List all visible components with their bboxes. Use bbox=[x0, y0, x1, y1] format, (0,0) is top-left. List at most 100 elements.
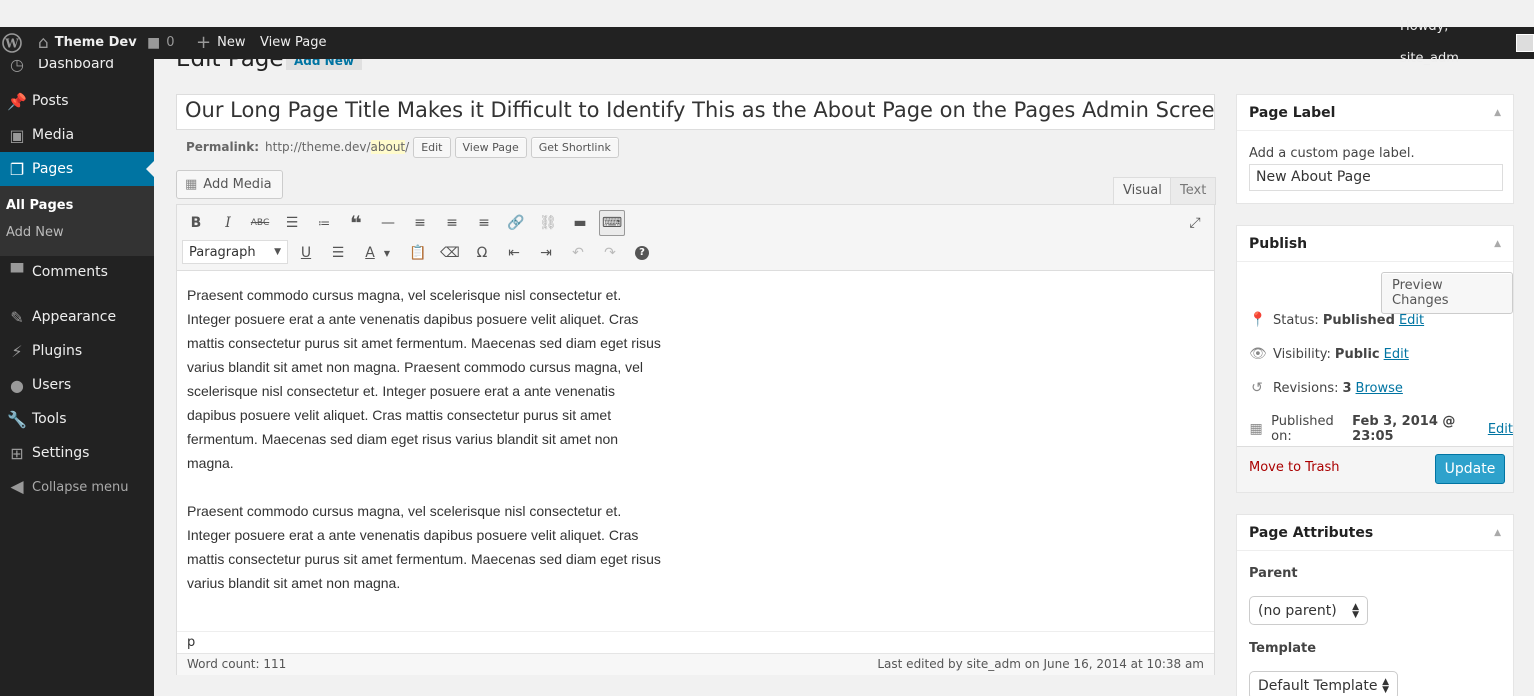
media-icon: ▦ bbox=[185, 177, 198, 192]
help-icon[interactable]: ? bbox=[629, 240, 655, 266]
align-right-icon[interactable]: ≡ bbox=[471, 210, 497, 236]
undo-icon[interactable]: ↶ bbox=[565, 240, 591, 266]
page-label-desc: Add a custom page label. bbox=[1249, 146, 1415, 161]
published-value: Feb 3, 2014 @ 23:05 bbox=[1352, 414, 1456, 444]
edit-permalink-button[interactable]: Edit bbox=[413, 136, 451, 158]
italic-icon[interactable]: I bbox=[215, 210, 241, 236]
howdy-text: Howdy, site_adm bbox=[1400, 19, 1459, 66]
element-path: p bbox=[177, 631, 1214, 653]
status-label: Status: bbox=[1273, 312, 1319, 328]
bullet-list-icon[interactable]: ☰ bbox=[279, 210, 305, 236]
box-title: Publish bbox=[1249, 235, 1308, 252]
parent-select[interactable]: (no parent) ▲ ▼ bbox=[1249, 596, 1368, 625]
redo-icon[interactable]: ↷ bbox=[597, 240, 623, 266]
sidebar-item-comments[interactable]: ▀ Comments bbox=[0, 255, 154, 289]
select-arrows-icon: ▲ ▼ bbox=[1352, 601, 1359, 620]
sidebar-item-appearance[interactable]: ✎ Appearance bbox=[0, 300, 154, 334]
pin-icon: 📍 bbox=[1249, 312, 1267, 328]
sidebar-item-label: Plugins bbox=[32, 343, 83, 359]
move-to-trash-link[interactable]: Move to Trash bbox=[1249, 460, 1340, 475]
tab-text[interactable]: Text bbox=[1170, 177, 1217, 205]
sidebar-item-tools[interactable]: 🔧 Tools bbox=[0, 402, 154, 436]
publish-header[interactable]: Publish ▲ bbox=[1237, 226, 1513, 262]
permalink-label: Permalink: bbox=[186, 140, 260, 154]
submenu-item-add-new[interactable]: Add New bbox=[6, 225, 64, 240]
tab-visual[interactable]: Visual bbox=[1113, 177, 1172, 205]
sidebar-item-dashboard[interactable]: ◷ Dashboard bbox=[0, 59, 154, 81]
my-account-link[interactable]: Howdy, site_adm bbox=[1400, 19, 1534, 66]
published-label: Published on: bbox=[1271, 414, 1334, 444]
numbered-list-icon[interactable]: ≔ bbox=[311, 210, 337, 236]
page-attributes-header[interactable]: Page Attributes ▲ bbox=[1237, 515, 1513, 551]
site-name-link[interactable]: ⌂ Theme Dev bbox=[38, 27, 137, 59]
sidebar-item-label: Dashboard bbox=[38, 59, 114, 72]
add-media-button[interactable]: ▦ Add Media bbox=[176, 170, 283, 199]
read-more-icon[interactable]: ▬ bbox=[567, 210, 593, 236]
view-page-button[interactable]: View Page bbox=[454, 136, 527, 158]
published-on-row: ▦ Published on: Feb 3, 2014 @ 23:05 Edit bbox=[1249, 414, 1513, 444]
sidebar-item-posts[interactable]: 📌 Posts bbox=[0, 84, 154, 118]
collapse-menu-button[interactable]: ◀ Collapse menu bbox=[0, 470, 154, 504]
text-color-dropdown-icon[interactable]: ▼ bbox=[380, 240, 394, 266]
home-icon: ⌂ bbox=[38, 33, 49, 53]
special-character-icon[interactable]: Ω bbox=[469, 240, 495, 266]
comments-link[interactable]: ■ 0 bbox=[147, 27, 175, 59]
sidebar-item-settings[interactable]: ⊞ Settings bbox=[0, 436, 154, 470]
format-select[interactable]: Paragraph ▼ bbox=[182, 240, 288, 264]
new-content-link[interactable]: + New bbox=[196, 27, 245, 59]
sidebar-item-pages[interactable]: ❐ Pages bbox=[0, 152, 154, 186]
collapse-arrow-icon[interactable]: ▲ bbox=[1494, 239, 1501, 249]
browse-revisions-link[interactable]: Browse bbox=[1356, 381, 1403, 396]
template-select[interactable]: Default Template ▲ ▼ bbox=[1249, 671, 1398, 696]
collapse-arrow-icon[interactable]: ▲ bbox=[1494, 528, 1501, 538]
status-value: Published bbox=[1322, 312, 1395, 328]
sidebar-item-plugins[interactable]: ⚡ Plugins bbox=[0, 334, 154, 368]
edit-date-link[interactable]: Edit bbox=[1488, 422, 1513, 437]
submenu-item-all-pages[interactable]: All Pages bbox=[6, 198, 73, 213]
parent-value: (no parent) bbox=[1258, 602, 1337, 619]
word-count: Word count: 111 bbox=[187, 657, 287, 671]
unlink-icon[interactable]: ⛓ bbox=[535, 210, 561, 236]
paste-text-icon[interactable]: 📋 bbox=[405, 240, 431, 266]
visibility-value: Public bbox=[1334, 346, 1380, 362]
update-button[interactable]: Update bbox=[1435, 454, 1505, 484]
sidebar-item-users[interactable]: ● Users bbox=[0, 368, 154, 402]
toolbar-toggle-icon[interactable]: ⌨ bbox=[599, 210, 625, 236]
history-icon: ↺ bbox=[1251, 380, 1263, 396]
user-icon: ● bbox=[10, 375, 24, 395]
link-icon[interactable]: 🔗 bbox=[503, 210, 529, 236]
horizontal-rule-icon[interactable]: — bbox=[375, 210, 401, 236]
underline-icon[interactable]: U bbox=[293, 240, 319, 266]
template-value: Default Template bbox=[1258, 677, 1378, 694]
wordpress-logo[interactable]: W bbox=[2, 27, 22, 59]
blockquote-icon[interactable]: ❝ bbox=[343, 210, 369, 236]
format-value: Paragraph bbox=[189, 244, 256, 260]
title-input[interactable]: Our Long Page Title Makes it Difficult t… bbox=[176, 94, 1215, 130]
editor-content[interactable]: Praesent commodo cursus magna, vel scele… bbox=[187, 283, 667, 619]
fullscreen-icon[interactable]: ⤢ bbox=[1182, 210, 1208, 236]
indent-icon[interactable]: ⇥ bbox=[533, 240, 559, 266]
view-page-link[interactable]: View Page bbox=[260, 27, 326, 59]
pages-submenu: All Pages Add New bbox=[0, 186, 154, 256]
bold-icon[interactable]: B bbox=[183, 210, 209, 236]
clear-formatting-icon[interactable]: ⌫ bbox=[437, 240, 463, 266]
publish-box: Publish ▲ Preview Changes 📍 Status: Publ… bbox=[1236, 225, 1514, 493]
permalink-slug[interactable]: about bbox=[370, 140, 406, 154]
align-center-icon[interactable]: ≡ bbox=[439, 210, 465, 236]
page-label-input[interactable]: New About Page bbox=[1249, 164, 1503, 191]
get-shortlink-button[interactable]: Get Shortlink bbox=[530, 136, 619, 158]
strikethrough-icon[interactable]: ABC bbox=[247, 210, 273, 236]
page-label-header[interactable]: Page Label ▲ bbox=[1237, 95, 1513, 131]
collapse-arrow-icon[interactable]: ▲ bbox=[1494, 108, 1501, 118]
sidebar-item-label: Media bbox=[32, 127, 75, 143]
eye-icon: 👁 bbox=[1249, 346, 1267, 362]
box-title: Page Label bbox=[1249, 104, 1336, 121]
align-left-icon[interactable]: ≡ bbox=[407, 210, 433, 236]
edit-visibility-link[interactable]: Edit bbox=[1384, 347, 1409, 362]
preview-changes-button[interactable]: Preview Changes bbox=[1381, 272, 1513, 314]
edit-status-link[interactable]: Edit bbox=[1399, 313, 1424, 328]
justify-icon[interactable]: ☰ bbox=[325, 240, 351, 266]
permalink-url: http://theme.dev/about/ bbox=[265, 140, 409, 154]
outdent-icon[interactable]: ⇤ bbox=[501, 240, 527, 266]
sidebar-item-media[interactable]: ▣ Media bbox=[0, 118, 154, 152]
